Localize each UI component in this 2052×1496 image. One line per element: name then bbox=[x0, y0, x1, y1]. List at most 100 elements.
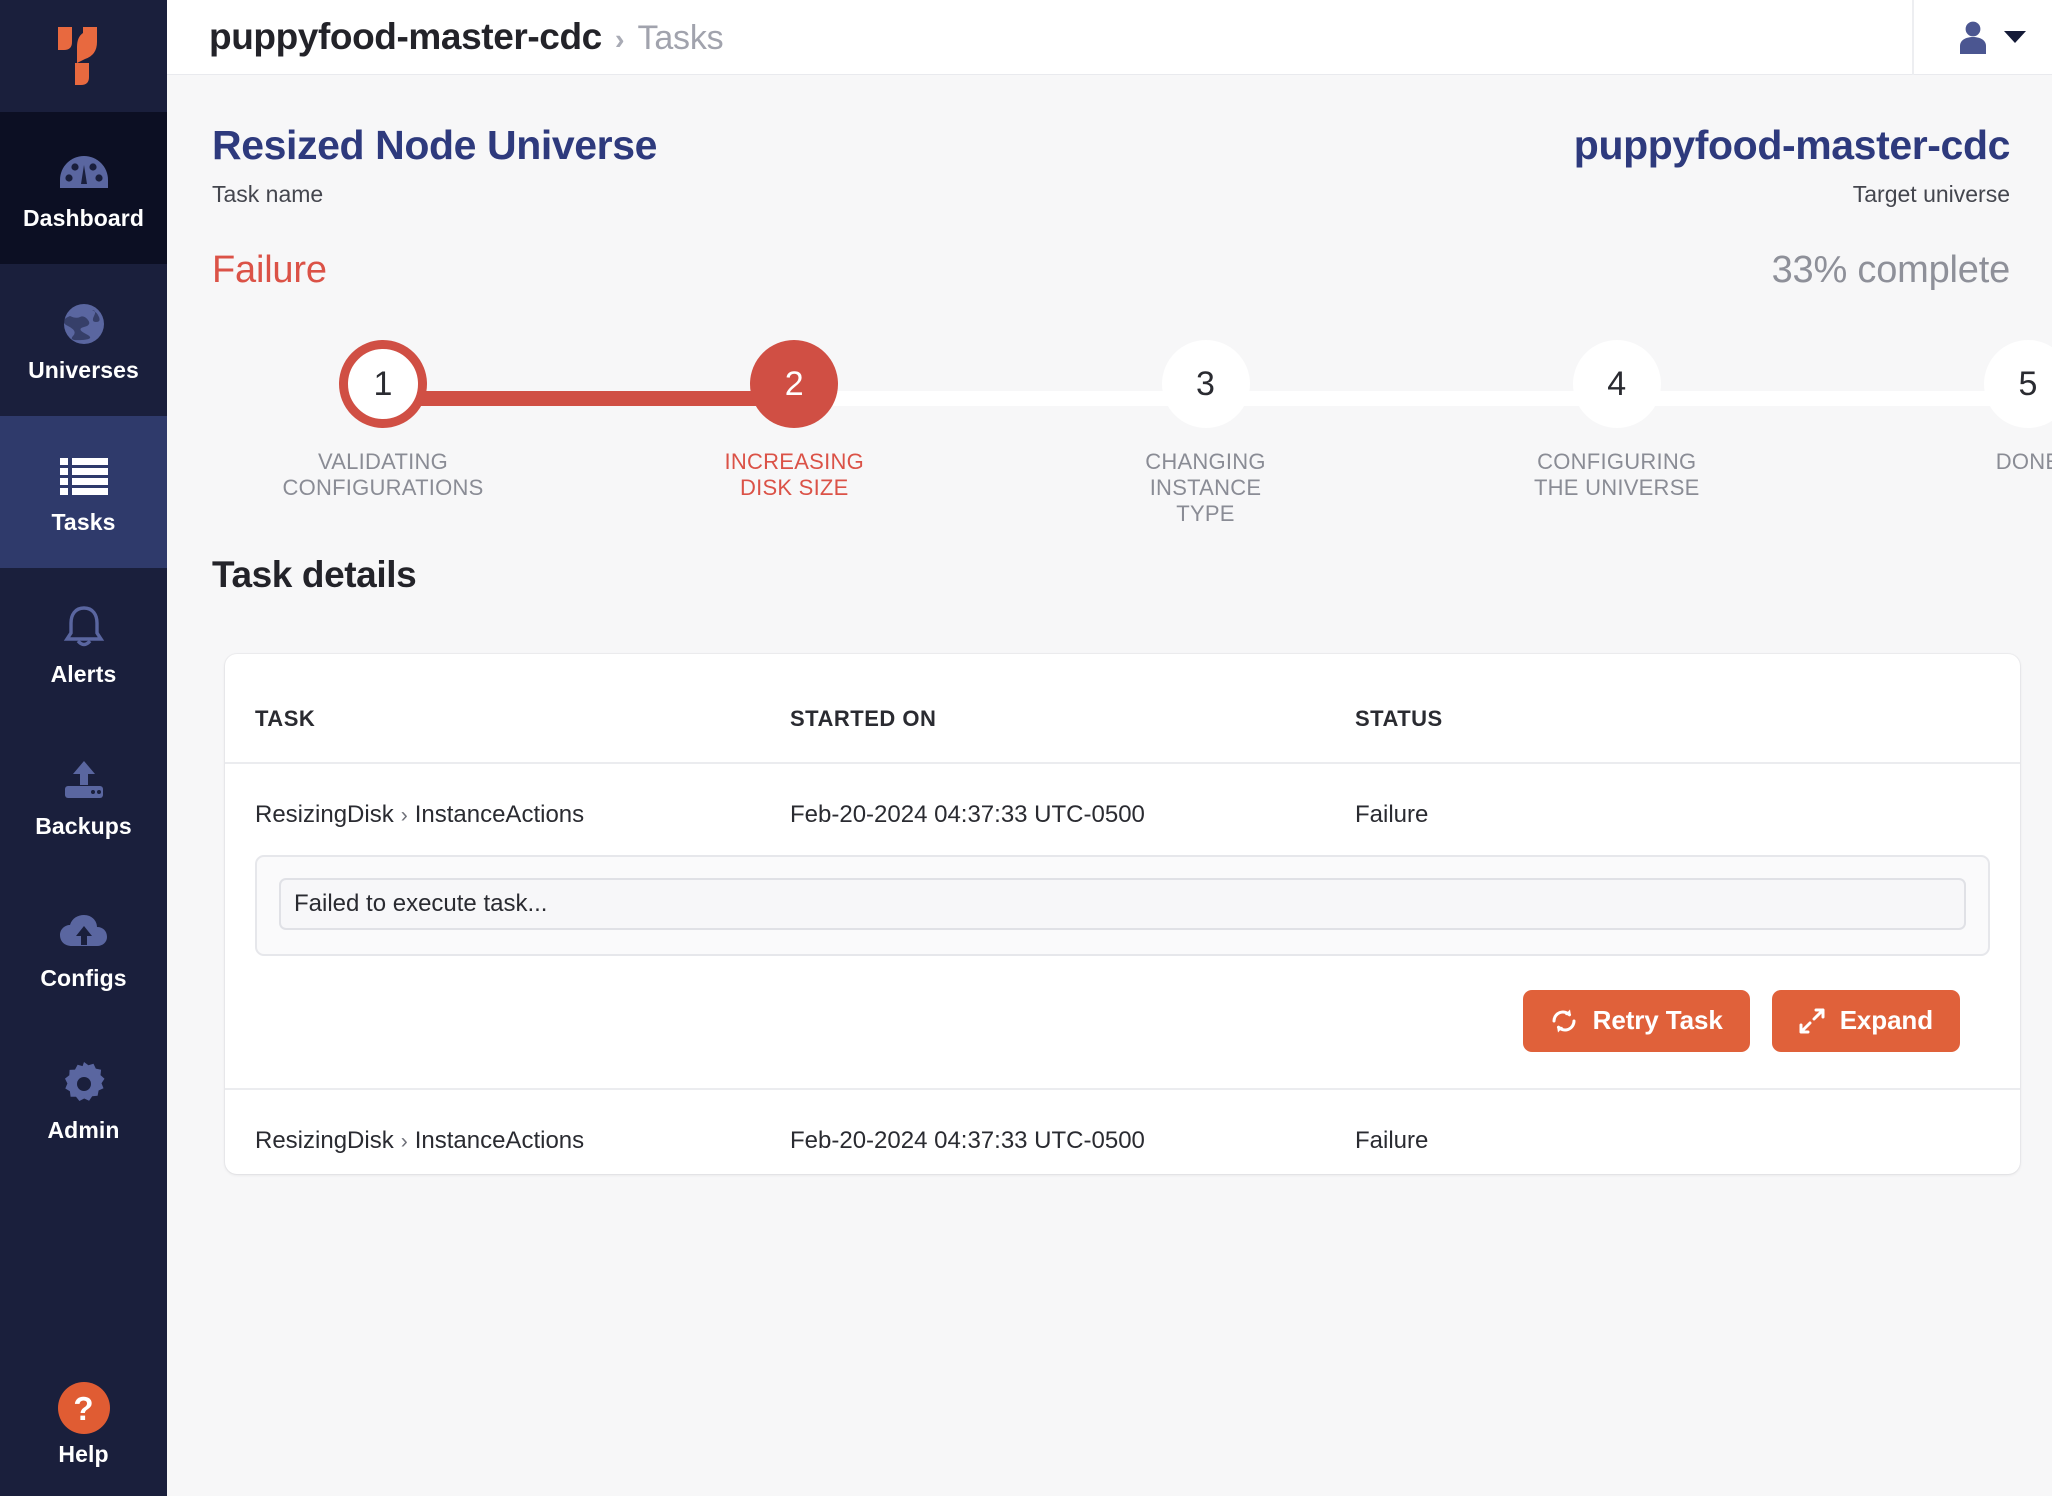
column-header-started-on: STARTED ON bbox=[790, 653, 1355, 764]
task-child: InstanceActions bbox=[414, 800, 585, 828]
task-name-label: Task name bbox=[212, 180, 324, 207]
main-area: puppyfood-master-cdc › Tasks Resized Nod… bbox=[167, 0, 2052, 1496]
sidebar-item-admin[interactable]: Admin bbox=[0, 1024, 167, 1176]
topbar-right bbox=[1912, 0, 2052, 75]
task-details-heading: Task details bbox=[212, 553, 417, 595]
chevron-right-icon: › bbox=[400, 1129, 408, 1153]
chevron-right-icon: › bbox=[614, 24, 625, 56]
sidebar-item-tasks[interactable]: Tasks bbox=[0, 416, 167, 568]
column-header-task: TASK bbox=[225, 653, 790, 764]
sidebar-item-dashboard[interactable]: Dashboard bbox=[0, 112, 167, 264]
row-actions: Retry Task Expand bbox=[255, 956, 1990, 1088]
breadcrumb: puppyfood-master-cdc › Tasks bbox=[167, 16, 724, 58]
stepper-track: 1 VALIDATING CONFIGURATIONS 2 INCREASING… bbox=[282, 339, 2052, 526]
cell-error: Failed to execute task... Retry Task Exp… bbox=[225, 829, 2020, 1089]
task-summary: Resized Node Universe Task name Failure … bbox=[167, 75, 2052, 292]
table-row-error: Failed to execute task... Retry Task Exp… bbox=[225, 829, 2020, 1089]
question-mark-icon: ? bbox=[57, 1382, 110, 1434]
bell-icon bbox=[56, 602, 112, 654]
user-avatar-icon bbox=[1956, 20, 1990, 54]
stepper-step-5[interactable]: 5 DONE bbox=[1943, 339, 2052, 475]
target-universe-value[interactable]: puppyfood-master-cdc bbox=[1574, 122, 2011, 169]
cell-started-on: Feb-20-2024 04:37:33 UTC-0500 bbox=[790, 1087, 1355, 1155]
gauge-icon bbox=[56, 146, 112, 198]
task-summary-left: Resized Node Universe Task name Failure bbox=[212, 122, 658, 292]
step-number: 3 bbox=[1161, 339, 1250, 428]
task-status-value: Failure bbox=[212, 248, 327, 291]
table-body: ResizingDisk › InstanceActions Feb-20-2024… bbox=[225, 763, 2020, 1155]
step-number: 5 bbox=[1984, 339, 2052, 428]
app-root: Dashboard Universes Tasks Alerts Backups… bbox=[0, 0, 2052, 1496]
error-message: Failed to execute task... bbox=[279, 877, 1966, 930]
chevron-right-icon: › bbox=[400, 803, 408, 827]
progress-percent: 33% complete bbox=[1771, 248, 2011, 291]
step-number: 4 bbox=[1572, 339, 1661, 428]
cell-task: ResizingDisk › InstanceActions bbox=[225, 763, 790, 829]
backup-upload-icon bbox=[56, 754, 112, 806]
target-universe-label: Target universe bbox=[1852, 180, 2010, 207]
task-name-value: Resized Node Universe bbox=[212, 122, 658, 168]
task-parent: ResizingDisk bbox=[255, 1126, 394, 1154]
sidebar-item-label: Admin bbox=[47, 1117, 120, 1143]
error-container: Failed to execute task... bbox=[255, 854, 1990, 956]
cell-status: Failure bbox=[1355, 1087, 2020, 1155]
task-details-table: TASK STARTED ON STATUS ResizingDisk › Inst… bbox=[225, 653, 2020, 1155]
retry-task-label: Retry Task bbox=[1592, 1005, 1723, 1036]
task-progress-stepper: 1 VALIDATING CONFIGURATIONS 2 INCREASING… bbox=[167, 339, 2052, 526]
sidebar-item-backups[interactable]: Backups bbox=[0, 720, 167, 872]
sidebar-logo[interactable] bbox=[0, 0, 167, 112]
cloud-upload-icon bbox=[56, 906, 112, 958]
chevron-down-icon bbox=[2004, 31, 2026, 43]
task-child: InstanceActions bbox=[414, 1126, 585, 1154]
topbar: puppyfood-master-cdc › Tasks bbox=[167, 0, 2052, 75]
cell-task: ResizingDisk › InstanceActions bbox=[225, 1087, 790, 1155]
breadcrumb-universe[interactable]: puppyfood-master-cdc bbox=[209, 16, 602, 58]
step-label: CONFIGURING THE UNIVERSE bbox=[1533, 448, 1700, 500]
user-menu[interactable] bbox=[1914, 0, 2052, 75]
stepper-step-2[interactable]: 2 INCREASING DISK SIZE bbox=[709, 339, 879, 501]
table-header-row: TASK STARTED ON STATUS bbox=[225, 653, 2020, 764]
table-row[interactable]: ResizingDisk › InstanceActions Feb-20-2024… bbox=[225, 763, 2020, 829]
sidebar-item-universes[interactable]: Universes bbox=[0, 264, 167, 416]
step-label: CHANGING INSTANCE TYPE bbox=[1145, 448, 1266, 526]
sidebar-item-label: Help bbox=[58, 1441, 109, 1467]
breadcrumb-tasks[interactable]: Tasks bbox=[638, 19, 724, 58]
step-label: DONE bbox=[1995, 448, 2052, 474]
sidebar-item-label: Configs bbox=[40, 965, 127, 991]
sidebar-item-label: Tasks bbox=[51, 509, 116, 535]
task-summary-right: puppyfood-master-cdc Target universe 33%… bbox=[1574, 122, 2011, 292]
table-head: TASK STARTED ON STATUS bbox=[225, 653, 2020, 764]
gear-icon bbox=[56, 1058, 112, 1110]
column-header-status: STATUS bbox=[1355, 653, 2020, 764]
sidebar-item-configs[interactable]: Configs bbox=[0, 872, 167, 1024]
sidebar-item-help[interactable]: ? Help bbox=[0, 1366, 167, 1496]
yugabyte-logo-icon bbox=[57, 27, 97, 85]
table-row[interactable]: ResizingDisk › InstanceActions Feb-20-2024… bbox=[225, 1087, 2020, 1155]
stepper-step-4[interactable]: 4 CONFIGURING THE UNIVERSE bbox=[1532, 339, 1702, 501]
expand-button[interactable]: Expand bbox=[1771, 989, 1960, 1052]
step-number: 2 bbox=[750, 339, 839, 428]
sidebar-item-label: Universes bbox=[28, 357, 139, 383]
page-content: Resized Node Universe Task name Failure … bbox=[167, 75, 2052, 1496]
list-icon bbox=[56, 450, 112, 502]
cell-status: Failure bbox=[1355, 800, 1429, 828]
refresh-icon bbox=[1550, 1008, 1578, 1034]
step-label: VALIDATING CONFIGURATIONS bbox=[282, 448, 484, 500]
globe-icon bbox=[56, 298, 112, 350]
sidebar-item-label: Dashboard bbox=[22, 205, 145, 231]
task-parent: ResizingDisk bbox=[255, 800, 394, 828]
expand-label: Expand bbox=[1839, 1005, 1933, 1036]
sidebar-item-label: Alerts bbox=[50, 661, 117, 687]
step-label: INCREASING DISK SIZE bbox=[724, 448, 864, 500]
cell-started-on: Feb-20-2024 04:37:33 UTC-0500 bbox=[790, 800, 1145, 828]
stepper-step-1[interactable]: 1 VALIDATING CONFIGURATIONS bbox=[282, 339, 483, 501]
step-number: 1 bbox=[339, 339, 427, 428]
retry-task-button[interactable]: Retry Task bbox=[1522, 989, 1750, 1052]
expand-arrows-icon bbox=[1799, 1008, 1825, 1034]
sidebar-item-label: Backups bbox=[35, 813, 132, 839]
task-details-card: TASK STARTED ON STATUS ResizingDisk › Inst… bbox=[225, 653, 2020, 1174]
sidebar-item-alerts[interactable]: Alerts bbox=[0, 568, 167, 720]
stepper-step-3[interactable]: 3 CHANGING INSTANCE TYPE bbox=[1121, 339, 1291, 527]
sidebar: Dashboard Universes Tasks Alerts Backups… bbox=[0, 0, 167, 1496]
